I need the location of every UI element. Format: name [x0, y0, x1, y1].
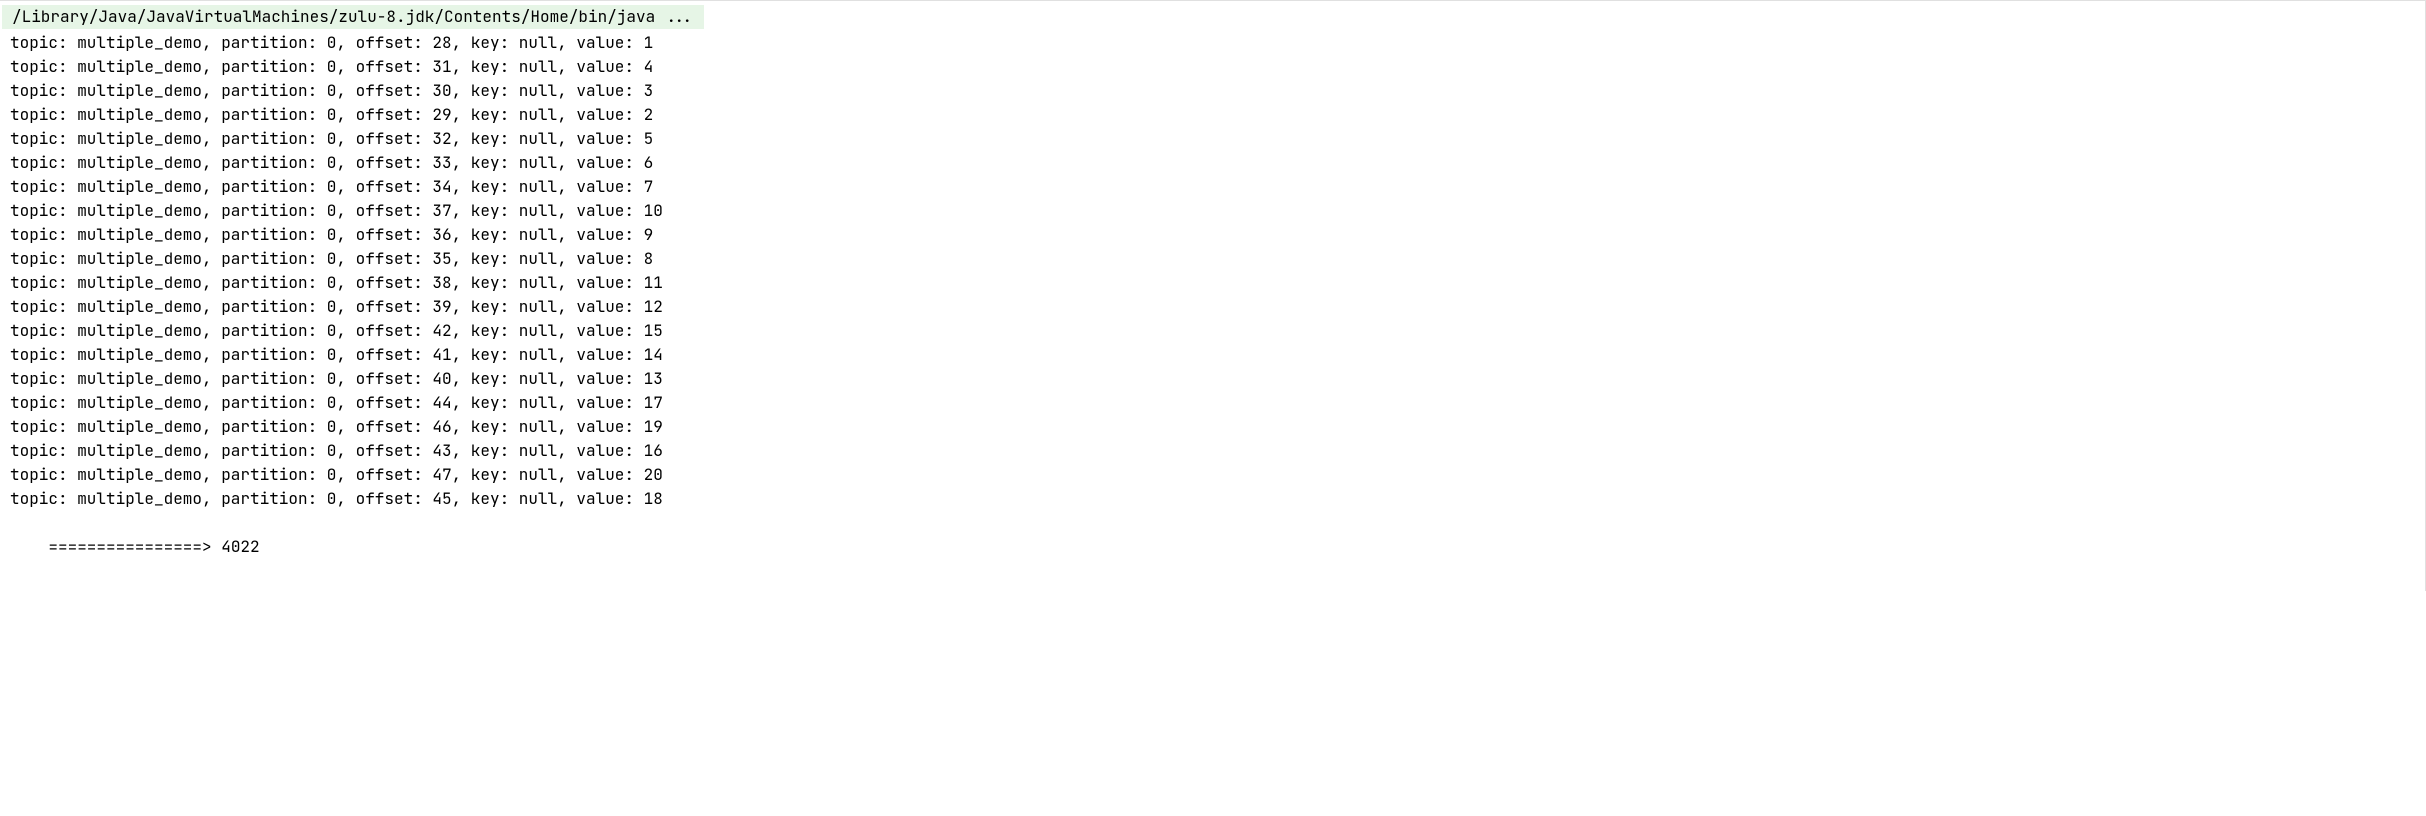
footer-arrow: ================> — [48, 536, 211, 557]
log-line: topic: multiple_demo, partition: 0, offs… — [0, 295, 2425, 319]
log-line: topic: multiple_demo, partition: 0, offs… — [0, 367, 2425, 391]
log-line: topic: multiple_demo, partition: 0, offs… — [0, 103, 2425, 127]
console-output-panel[interactable]: /Library/Java/JavaVirtualMachines/zulu-8… — [0, 0, 2426, 591]
footer-line: ================> 4022 — [0, 511, 2425, 583]
log-line: topic: multiple_demo, partition: 0, offs… — [0, 463, 2425, 487]
log-line: topic: multiple_demo, partition: 0, offs… — [0, 247, 2425, 271]
log-line: topic: multiple_demo, partition: 0, offs… — [0, 439, 2425, 463]
log-lines-container: topic: multiple_demo, partition: 0, offs… — [0, 31, 2425, 511]
log-line: topic: multiple_demo, partition: 0, offs… — [0, 199, 2425, 223]
log-line: topic: multiple_demo, partition: 0, offs… — [0, 391, 2425, 415]
log-line: topic: multiple_demo, partition: 0, offs… — [0, 319, 2425, 343]
log-line: topic: multiple_demo, partition: 0, offs… — [0, 223, 2425, 247]
log-line: topic: multiple_demo, partition: 0, offs… — [0, 487, 2425, 511]
log-line: topic: multiple_demo, partition: 0, offs… — [0, 415, 2425, 439]
log-line: topic: multiple_demo, partition: 0, offs… — [0, 271, 2425, 295]
log-line: topic: multiple_demo, partition: 0, offs… — [0, 55, 2425, 79]
log-line: topic: multiple_demo, partition: 0, offs… — [0, 31, 2425, 55]
log-line: topic: multiple_demo, partition: 0, offs… — [0, 343, 2425, 367]
log-line: topic: multiple_demo, partition: 0, offs… — [0, 127, 2425, 151]
log-line: topic: multiple_demo, partition: 0, offs… — [0, 79, 2425, 103]
command-line[interactable]: /Library/Java/JavaVirtualMachines/zulu-8… — [2, 5, 704, 29]
log-line: topic: multiple_demo, partition: 0, offs… — [0, 175, 2425, 199]
footer-value: 4022 — [221, 536, 259, 557]
log-line: topic: multiple_demo, partition: 0, offs… — [0, 151, 2425, 175]
